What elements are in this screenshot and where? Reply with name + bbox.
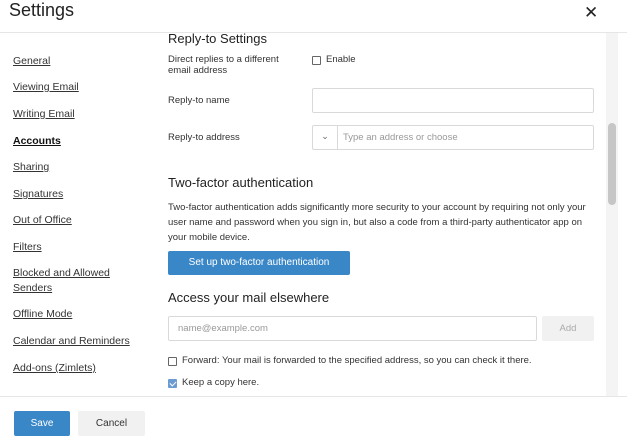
settings-sidebar: General Viewing Email Writing Email Acco… [0,33,153,396]
access-mail-heading: Access your mail elsewhere [168,290,330,305]
sidebar-item-out-of-office[interactable]: Out of Office [13,213,143,228]
settings-content: Reply-to Settings Direct replies to a di… [153,33,607,396]
reply-to-heading: Reply-to Settings [168,33,267,46]
enable-label: Enable [326,54,356,65]
reply-to-address-label: Reply-to address [168,132,240,143]
sidebar-item-calendar[interactable]: Calendar and Reminders [13,334,143,349]
forward-checkbox[interactable] [168,357,177,366]
sidebar-item-blocked-senders[interactable]: Blocked and Allowed Senders [13,266,143,296]
dialog-footer: Save Cancel [0,396,627,447]
forward-label: Forward: Your mail is forwarded to the s… [182,355,532,366]
sidebar-item-sharing[interactable]: Sharing [13,160,143,175]
sidebar-item-writing-email[interactable]: Writing Email [13,107,143,122]
dialog-header: Settings ✕ [0,0,627,33]
chevron-down-icon[interactable]: ⌄ [313,126,338,149]
reply-to-name-input[interactable] [312,88,594,113]
sidebar-item-accounts[interactable]: Accounts [13,134,143,149]
sidebar-item-filters[interactable]: Filters [13,240,143,255]
sidebar-item-viewing-email[interactable]: Viewing Email [13,80,143,95]
sidebar-item-general[interactable]: General [13,54,143,69]
keep-copy-checkbox[interactable] [168,379,177,388]
direct-replies-label: Direct replies to a different email addr… [168,54,279,76]
forward-email-input[interactable]: name@example.com [168,316,537,341]
setup-two-factor-button[interactable]: Set up two-factor authentication [168,251,350,275]
scrollbar-thumb[interactable] [608,123,616,205]
sidebar-item-offline-mode[interactable]: Offline Mode [13,307,143,322]
close-icon[interactable]: ✕ [584,3,598,23]
page-title: Settings [9,0,75,20]
reply-to-address-placeholder: Type an address or choose [343,132,458,143]
reply-to-name-label: Reply-to name [168,95,230,106]
add-forward-button[interactable]: Add [542,316,594,341]
keep-copy-label: Keep a copy here. [182,377,260,388]
enable-reply-to-checkbox[interactable] [312,56,321,65]
two-factor-heading: Two-factor authentication [168,175,314,190]
save-button[interactable]: Save [14,411,70,436]
sidebar-item-signatures[interactable]: Signatures [13,187,143,202]
cancel-button[interactable]: Cancel [78,411,145,436]
sidebar-item-add-ons[interactable]: Add-ons (Zimlets) [13,361,143,376]
two-factor-description: Two-factor authentication adds significa… [168,202,586,243]
reply-to-address-combo[interactable]: ⌄ Type an address or choose [312,125,594,150]
content-scrollbar[interactable] [606,33,618,396]
